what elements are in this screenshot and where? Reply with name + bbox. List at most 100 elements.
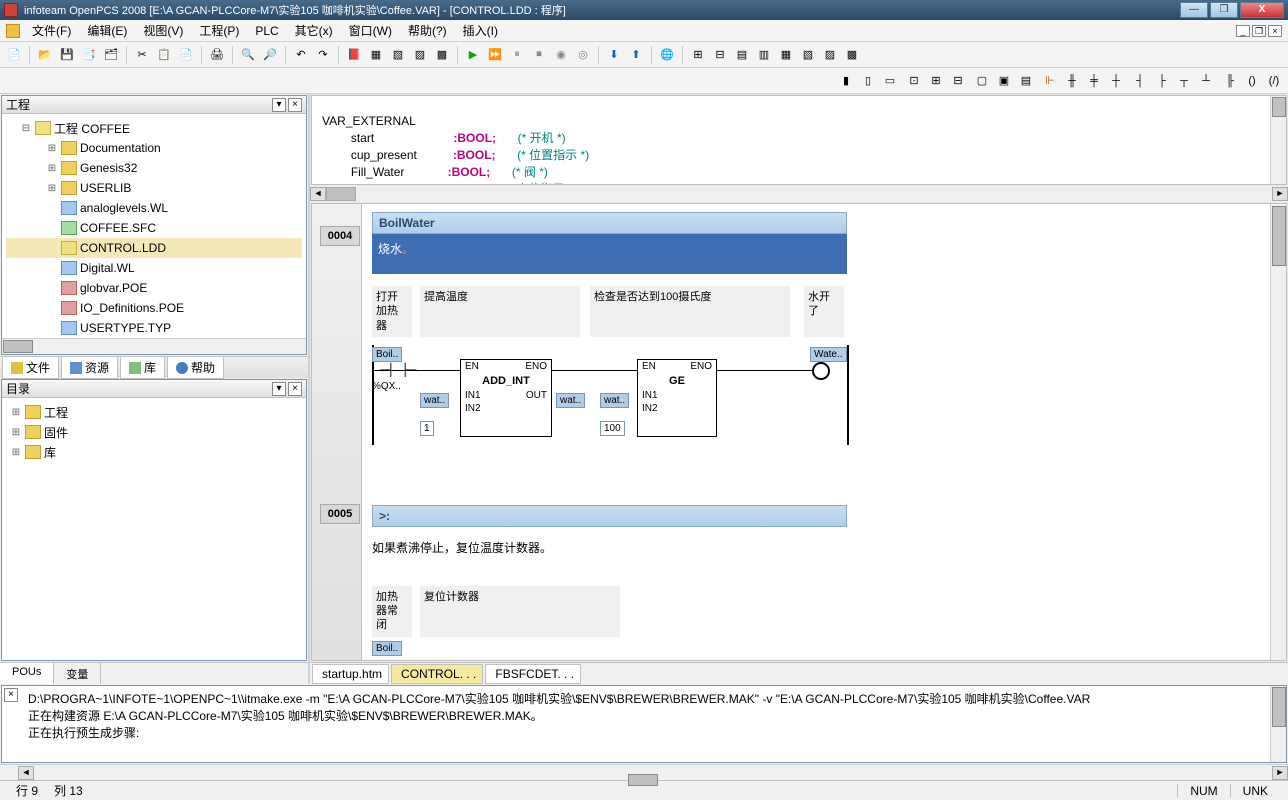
tree-item[interactable]: CONTROL.LDD	[6, 238, 302, 258]
tree-item[interactable]: ⊞Documentation	[6, 138, 302, 158]
ld12-icon[interactable]: ╪	[1084, 71, 1104, 91]
zoomout-icon[interactable]: 🔎	[260, 45, 280, 65]
catalog-item[interactable]: ⊞工程	[6, 402, 302, 422]
menu-project[interactable]: 工程(P)	[191, 20, 247, 41]
grid1-icon[interactable]: ⊞	[688, 45, 708, 65]
var-declarations[interactable]: VAR_EXTERNAL start :BOOL; (* 开机 *) cup_p…	[311, 95, 1287, 185]
tab-pous[interactable]: POUs	[0, 663, 54, 684]
ld10-icon[interactable]: ⊩	[1040, 71, 1060, 91]
expand-icon[interactable]: ⊞	[46, 163, 58, 174]
tree-item[interactable]: analoglevels.WL	[6, 198, 302, 218]
catalog-dropdown-icon[interactable]: ▾	[272, 382, 286, 396]
dbg1-icon[interactable]: ◉	[551, 45, 571, 65]
zoomin-icon[interactable]: 🔍	[238, 45, 258, 65]
folder-icon[interactable]: 🗂	[101, 45, 121, 65]
tab-file[interactable]: 文件	[2, 356, 59, 379]
net-icon[interactable]: 🌐	[657, 45, 677, 65]
tree-item[interactable]: IO_Definitions.POE	[6, 298, 302, 318]
tool2-icon[interactable]: ▧	[388, 45, 408, 65]
open-icon[interactable]: 📂	[35, 45, 55, 65]
tree-item[interactable]: ⊞USERLIB	[6, 178, 302, 198]
tree-hscroll[interactable]	[2, 338, 306, 354]
var-tag[interactable]: Boil..	[372, 641, 402, 656]
ld13-icon[interactable]: ┼	[1106, 71, 1126, 91]
diagram-vscroll[interactable]	[1270, 204, 1286, 660]
mdi-minimize[interactable]: _	[1236, 25, 1250, 37]
ld16-icon[interactable]: ┬	[1174, 71, 1194, 91]
function-block-ge[interactable]: ENENO GE IN1 IN2	[637, 359, 717, 437]
output-close-icon[interactable]: ×	[4, 688, 18, 702]
menu-file[interactable]: 文件(F)	[24, 20, 79, 41]
panel-dropdown-icon[interactable]: ▾	[272, 98, 286, 112]
menu-other[interactable]: 其它(x)	[287, 20, 341, 41]
tab-resource[interactable]: 资源	[61, 356, 118, 379]
paste-icon[interactable]: 📄	[176, 45, 196, 65]
print-icon[interactable]: 🖨	[207, 45, 227, 65]
tab-variables[interactable]: 变量	[54, 663, 101, 684]
expand-icon[interactable]: ⊟	[20, 123, 32, 134]
tree-item[interactable]: USERTYPE.TYP	[6, 318, 302, 338]
down-icon[interactable]: ⬇	[604, 45, 624, 65]
ld19-icon[interactable]: ()	[1242, 71, 1262, 91]
step-icon[interactable]: ⏩	[485, 45, 505, 65]
close-button[interactable]: X	[1240, 2, 1284, 18]
ld7-icon[interactable]: ▢	[972, 71, 992, 91]
ld9-icon[interactable]: ▤	[1016, 71, 1036, 91]
ld17-icon[interactable]: ┴	[1196, 71, 1216, 91]
doctab-startup[interactable]: startup.htm	[312, 664, 389, 684]
menu-view[interactable]: 视图(V)	[135, 20, 191, 41]
undo-icon[interactable]: ↶	[291, 45, 311, 65]
ld20-icon[interactable]: (/)	[1264, 71, 1284, 91]
output-vscroll[interactable]	[1270, 686, 1286, 762]
mdi-restore[interactable]: ❐	[1252, 25, 1266, 37]
var-tag[interactable]: wat..	[600, 393, 629, 408]
maximize-button[interactable]: ❐	[1210, 2, 1238, 18]
project-tree[interactable]: ⊟ 工程 COFFEE ⊞Documentation⊞Genesis32⊞USE…	[2, 114, 306, 338]
ld4-icon[interactable]: ⊡	[904, 71, 924, 91]
book-icon[interactable]: 📕	[344, 45, 364, 65]
ld18-icon[interactable]: ╟	[1220, 71, 1240, 91]
panel-close-icon[interactable]: ×	[288, 98, 302, 112]
menu-plc[interactable]: PLC	[247, 22, 286, 40]
ld15-icon[interactable]: ├	[1152, 71, 1172, 91]
tree-item[interactable]: ⊞Genesis32	[6, 158, 302, 178]
var-tag[interactable]: Wate..	[810, 347, 847, 362]
ld3-icon[interactable]: ▭	[880, 71, 900, 91]
expand-icon[interactable]: ⊞	[46, 183, 58, 194]
copy-icon[interactable]: 📋	[154, 45, 174, 65]
grid8-icon[interactable]: ▩	[842, 45, 862, 65]
tab-library[interactable]: 库	[120, 356, 165, 379]
menu-edit[interactable]: 编辑(E)	[79, 20, 135, 41]
tree-item[interactable]: COFFEE.SFC	[6, 218, 302, 238]
ld6-icon[interactable]: ⊟	[948, 71, 968, 91]
var-tag[interactable]: wat..	[556, 393, 585, 408]
tool4-icon[interactable]: ▩	[432, 45, 452, 65]
pause-icon[interactable]: ⏸	[507, 45, 527, 65]
new-icon[interactable]: 📄	[4, 45, 24, 65]
output-hscroll[interactable]: ◄►	[0, 764, 1288, 780]
stop-icon[interactable]: ⏹	[529, 45, 549, 65]
ld5-icon[interactable]: ⊞	[926, 71, 946, 91]
step-arrow[interactable]: >:	[372, 505, 847, 527]
ld14-icon[interactable]: ┤	[1130, 71, 1150, 91]
cut-icon[interactable]: ✂	[132, 45, 152, 65]
minimize-button[interactable]: —	[1180, 2, 1208, 18]
grid5-icon[interactable]: ▦	[776, 45, 796, 65]
catalog-item[interactable]: ⊞库	[6, 442, 302, 462]
grid4-icon[interactable]: ▥	[754, 45, 774, 65]
ladder-diagram[interactable]: 0004 0005 BoilWater 烧水。 打开加热器 提高温度 检查是否达…	[311, 203, 1287, 661]
code-hscroll[interactable]: ◄►	[310, 186, 1288, 202]
dbg2-icon[interactable]: ◎	[573, 45, 593, 65]
function-block-add[interactable]: ENENO ADD_INT IN1OUT IN2	[460, 359, 552, 437]
ld11-icon[interactable]: ╫	[1062, 71, 1082, 91]
tool1-icon[interactable]: ▦	[366, 45, 386, 65]
tab-help[interactable]: 帮助	[167, 356, 224, 379]
grid2-icon[interactable]: ⊟	[710, 45, 730, 65]
grid6-icon[interactable]: ▧	[798, 45, 818, 65]
const-tag[interactable]: 1	[420, 421, 434, 436]
catalog-close-icon[interactable]: ×	[288, 382, 302, 396]
coil[interactable]	[812, 362, 830, 380]
tool3-icon[interactable]: ▨	[410, 45, 430, 65]
var-tag[interactable]: wat..	[420, 393, 449, 408]
mdi-close[interactable]: ×	[1268, 25, 1282, 37]
